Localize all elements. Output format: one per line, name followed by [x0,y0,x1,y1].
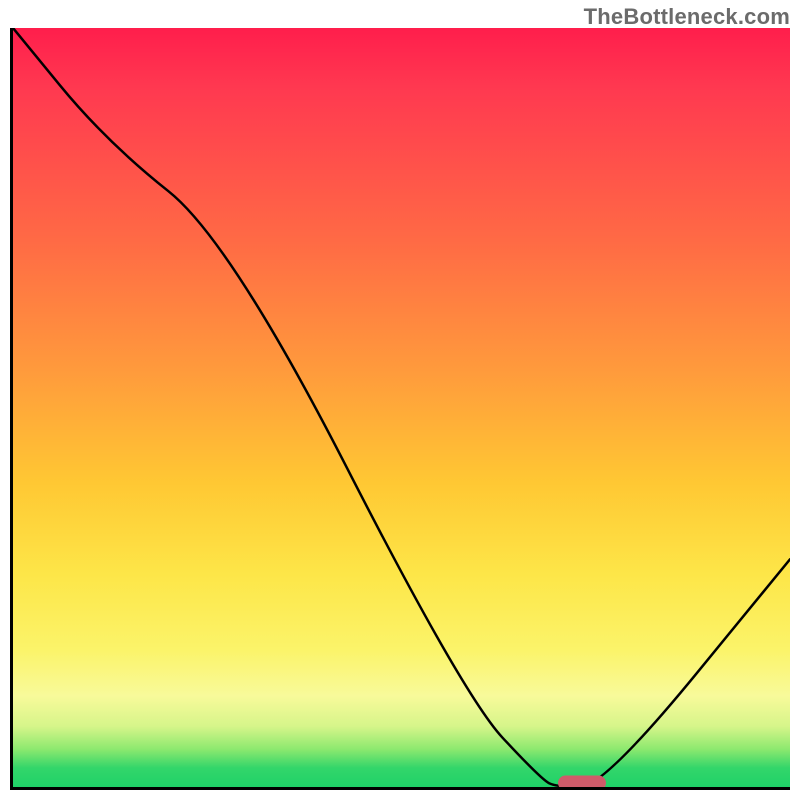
chart-canvas: TheBottleneck.com [0,0,800,800]
watermark-text: TheBottleneck.com [584,4,790,30]
plot-area [10,28,790,790]
curve-svg [13,28,790,787]
bottleneck-curve [13,28,790,787]
optimal-marker [558,776,606,790]
